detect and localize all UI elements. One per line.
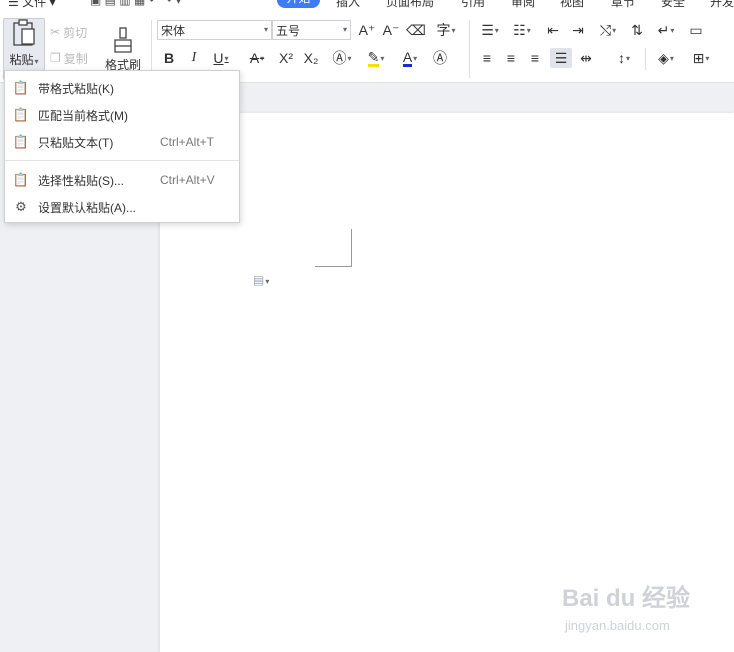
decrease-indent-icon[interactable]: ⇤ [543,20,563,40]
menu-item-label: 匹配当前格式(M) [38,108,128,123]
paste-text-only-icon: 📋 [12,134,30,149]
shading-icon[interactable]: ◈ ▾ [652,48,680,68]
align-center-icon[interactable]: ≡ [501,48,521,68]
quick-access-icons[interactable]: ▣ ▤ ▥ ▦ ↶ ↷ ▾ [90,0,182,7]
default-paste-settings-icon: ⚙ [15,199,27,214]
underline-icon[interactable]: U ▾ [208,48,234,68]
paragraph-layout-icon[interactable]: ▤▾ [253,273,269,287]
show-marks-icon[interactable]: ↵ ▾ [653,20,679,40]
highlight-icon[interactable]: ✎ ▾ [362,48,390,68]
clear-format-icon[interactable]: ⌫ [406,20,426,40]
format-painter-icon [114,26,132,53]
phonetic-guide-icon[interactable]: 字 ▾ [432,20,460,40]
menu-item-label: 设置默认粘贴(A)... [38,200,136,215]
bullet-list-icon[interactable]: ☰ ▾ [477,20,503,40]
character-border-icon[interactable]: Ⓐ [430,48,450,68]
align-left-icon[interactable]: ≡ [477,48,497,68]
menu-item-shortcut: Ctrl+Alt+T [160,135,215,149]
tab-review[interactable]: 审阅 [511,0,535,8]
font-color-icon[interactable]: A ▾ [396,48,424,68]
menu-item-shortcut: Ctrl+Alt+V [160,173,215,187]
font-size-select[interactable]: 五号 ▾ [272,20,351,40]
tab-page-layout[interactable]: 页面布局 [386,0,434,8]
tab-view[interactable]: 视图 [560,0,584,8]
bold-icon[interactable]: B [159,48,179,68]
menu-divider [5,160,239,161]
margin-corner-mark [315,229,352,267]
font-family-select[interactable]: 宋体 ▾ [157,20,272,40]
chinese-layout-icon[interactable]: ⤭ ▾ [594,20,622,40]
font-family-value: 宋体 [161,23,186,38]
scissors-icon: ✂ [50,25,61,39]
ruler-icon[interactable]: ▭ [686,20,706,40]
tab-chapter[interactable]: 章节 [611,0,635,8]
borders-icon[interactable]: ⊞ ▾ [687,48,715,68]
font-size-value: 五号 [276,23,301,38]
distributed-align-icon[interactable]: ⇹ [576,48,596,68]
divider [469,20,470,78]
sort-icon[interactable]: ⇅ [627,20,647,40]
divider [645,48,646,70]
clipboard-icon [13,19,35,46]
grow-font-icon[interactable]: A⁺ [357,20,377,40]
superscript-icon[interactable]: X² [276,48,296,68]
paste-label: 粘贴 [9,53,34,67]
menu-item-paste-text-only[interactable]: 📋 只粘贴文本(T) Ctrl+Alt+T [5,129,239,155]
menu-item-label: 选择性粘贴(S)... [38,173,124,188]
cut-button[interactable]: ✂ 剪切 [50,22,87,42]
shrink-font-icon[interactable]: A⁻ [381,20,401,40]
numbered-list-icon[interactable]: ☷ ▾ [509,20,535,40]
watermark-logo: Bai du 经验 [562,585,691,612]
text-effect-icon[interactable]: Ⓐ ▾ [329,48,355,68]
copy-button[interactable]: ❐ 复制 [50,48,88,68]
italic-icon[interactable]: I [184,48,204,68]
increase-indent-icon[interactable]: ⇥ [568,20,588,40]
tab-security[interactable]: 安全 [661,0,685,8]
justify-icon[interactable]: ☰ [550,48,572,68]
tab-developer[interactable]: 开发 [710,0,734,8]
copy-label: 复制 [63,51,88,66]
chevron-down-icon: ▾ [342,25,347,34]
paste-options-menu: 📋 带格式粘贴(K) 📋 匹配当前格式(M) 📋 只粘贴文本(T) Ctrl+A… [4,70,240,223]
menu-item-default-paste-settings[interactable]: ⚙ 设置默认粘贴(A)... [5,194,239,220]
tab-insert[interactable]: 插入 [336,0,360,8]
paste-special-icon: 📋 [12,172,30,187]
menu-item-match-format[interactable]: 📋 匹配当前格式(M) [5,102,239,128]
match-format-icon: 📋 [12,107,30,122]
strikethrough-icon[interactable]: A ▾ [244,48,270,68]
document-page[interactable] [160,113,734,652]
cut-label: 剪切 [63,25,88,40]
copy-icon: ❐ [50,51,61,65]
tab-home[interactable]: 开始 [277,0,320,8]
chevron-down-icon[interactable]: ▾ [35,57,39,66]
paste-with-format-icon: 📋 [12,80,30,95]
menu-item-label: 带格式粘贴(K) [38,81,114,96]
subscript-icon[interactable]: X₂ [301,48,321,68]
menu-file[interactable]: ☰ 文件 ▾ [8,0,55,8]
menu-item-label: 只粘贴文本(T) [38,135,114,150]
menu-bar: ☰ 文件 ▾ ▣ ▤ ▥ ▦ ↶ ↷ ▾ 开始 插入 页面布局 引用 审阅 视图… [0,0,734,8]
chevron-down-icon: ▾ [263,25,268,34]
menu-item-paste-with-format[interactable]: 📋 带格式粘贴(K) [5,75,239,101]
align-right-icon[interactable]: ≡ [525,48,545,68]
menu-item-paste-special[interactable]: 📋 选择性粘贴(S)... Ctrl+Alt+V [5,167,239,193]
line-spacing-icon[interactable]: ↕ ▾ [610,48,638,68]
tab-references[interactable]: 引用 [461,0,485,8]
watermark-url: jingyan.baidu.com [565,618,670,633]
